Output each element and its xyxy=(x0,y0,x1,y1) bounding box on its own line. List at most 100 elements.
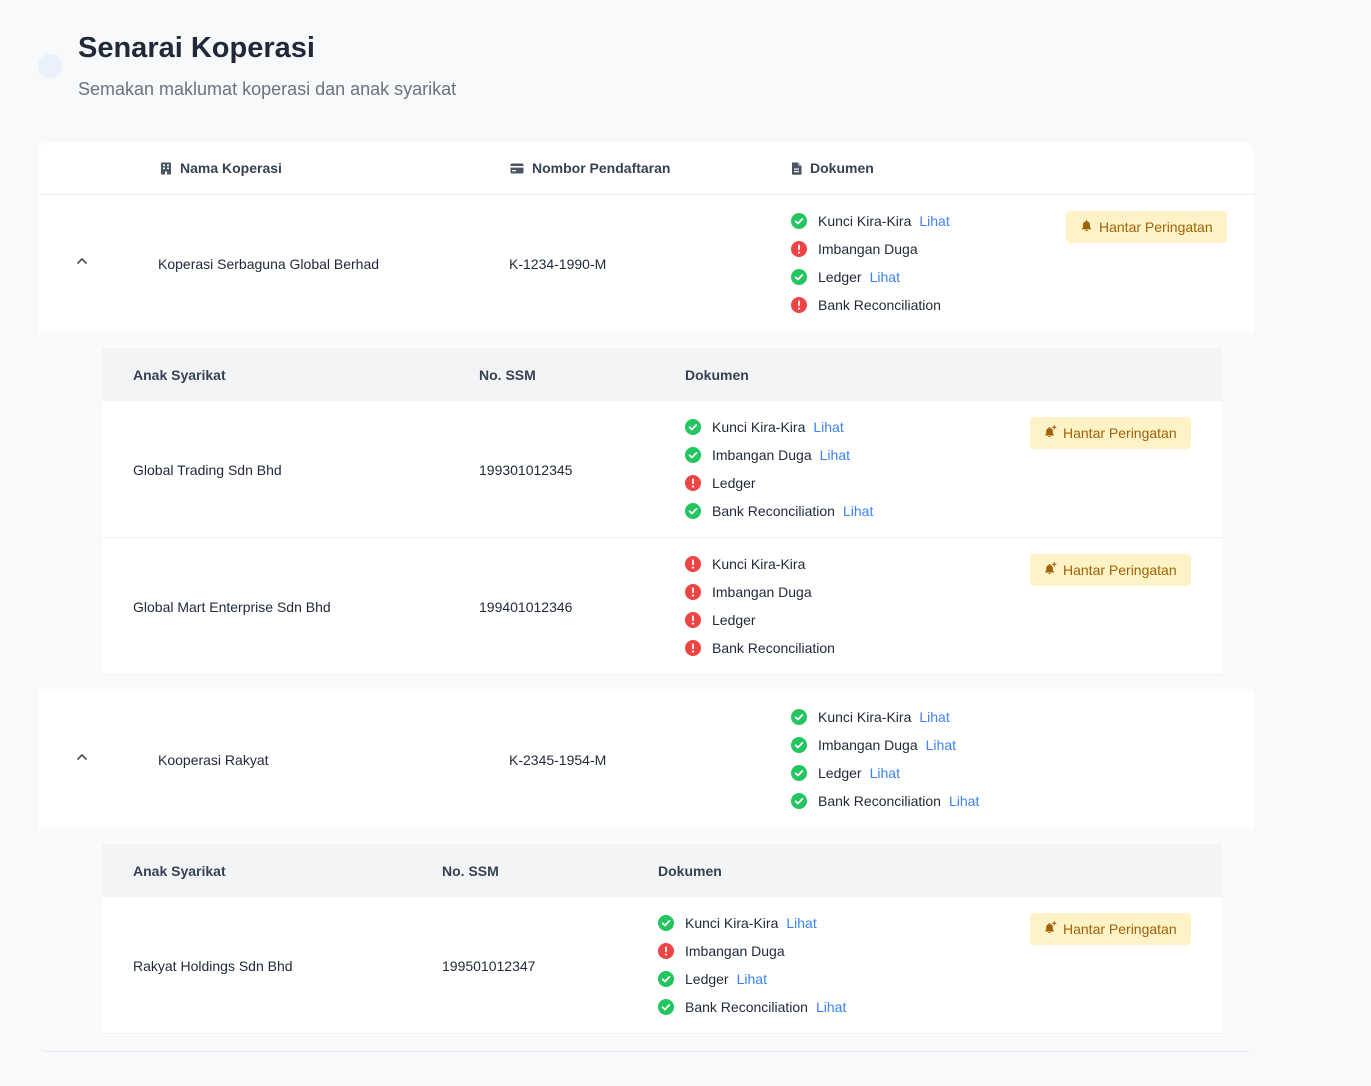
document-item: Bank Reconciliation Lihat xyxy=(685,497,873,525)
document-name: Ledger xyxy=(818,765,862,781)
view-document-link[interactable]: Lihat xyxy=(926,737,956,753)
document-item: Ledger Lihat xyxy=(791,759,979,787)
send-reminder-button[interactable]: Hantar Peringatan xyxy=(1066,211,1227,243)
registration-number: K-2345-1954-M xyxy=(509,752,607,768)
document-item: Ledger xyxy=(685,606,835,634)
send-reminder-button[interactable]: Hantar Peringatan xyxy=(1030,913,1191,945)
send-reminder-label: Hantar Peringatan xyxy=(1099,219,1213,235)
document-item: Imbangan Duga Lihat xyxy=(791,731,979,759)
document-name: Bank Reconciliation xyxy=(712,503,835,519)
send-reminder-label: Hantar Peringatan xyxy=(1063,562,1177,578)
document-name: Ledger xyxy=(712,612,756,628)
document-list: Kunci Kira-Kira Imbangan Duga Ledger Ban… xyxy=(685,550,835,662)
document-name: Ledger xyxy=(712,475,756,491)
view-document-link[interactable]: Lihat xyxy=(870,269,900,285)
exclamation-circle-icon xyxy=(791,241,807,257)
document-name: Imbangan Duga xyxy=(712,447,812,463)
check-circle-icon xyxy=(791,213,807,229)
exclamation-circle-icon xyxy=(685,584,701,600)
building-icon xyxy=(160,162,172,175)
view-document-link[interactable]: Lihat xyxy=(816,999,846,1015)
id-card-icon xyxy=(510,163,524,174)
send-reminder-label: Hantar Peringatan xyxy=(1063,921,1177,937)
view-document-link[interactable]: Lihat xyxy=(813,419,843,435)
view-document-link[interactable]: Lihat xyxy=(820,447,850,463)
view-document-link[interactable]: Lihat xyxy=(843,503,873,519)
document-item: Imbangan Duga xyxy=(658,937,846,965)
check-circle-icon xyxy=(658,971,674,987)
send-reminder-button[interactable]: Hantar Peringatan xyxy=(1030,554,1191,586)
check-circle-icon xyxy=(685,419,701,435)
document-name: Imbangan Duga xyxy=(685,943,785,959)
document-item: Imbangan Duga Lihat xyxy=(685,441,873,469)
document-icon xyxy=(791,162,802,175)
subsidiary-table: Anak Syarikat No. SSM Dokumen Rakyat Hol… xyxy=(102,844,1222,1035)
document-item: Ledger Lihat xyxy=(791,263,950,291)
subsidiary-table-header: Anak Syarikat No. SSM Dokumen xyxy=(102,348,1222,401)
subsidiary-panel: Anak Syarikat No. SSM Dokumen Rakyat Hol… xyxy=(38,827,1254,1051)
view-document-link[interactable]: Lihat xyxy=(737,971,767,987)
koperasi-row: Koperasi Serbaguna Global Berhad K-1234-… xyxy=(38,195,1254,331)
document-name: Kunci Kira-Kira xyxy=(818,213,912,229)
exclamation-circle-icon xyxy=(685,640,701,656)
subsidiary-table-header: Anak Syarikat No. SSM Dokumen xyxy=(102,844,1222,897)
document-name: Kunci Kira-Kira xyxy=(818,709,912,725)
send-reminder-button[interactable]: Hantar Peringatan xyxy=(1030,417,1191,449)
check-circle-icon xyxy=(658,915,674,931)
document-list: Kunci Kira-Kira Lihat Imbangan Duga Ledg… xyxy=(658,909,846,1021)
subsidiary-name: Global Trading Sdn Bhd xyxy=(133,462,282,478)
subsidiary-panel: Anak Syarikat No. SSM Dokumen Global Tra… xyxy=(38,331,1254,691)
exclamation-circle-icon xyxy=(685,475,701,491)
exclamation-circle-icon xyxy=(658,943,674,959)
document-list: Kunci Kira-Kira Lihat Imbangan Duga Ledg… xyxy=(791,207,950,319)
document-list: Kunci Kira-Kira Lihat Imbangan Duga Liha… xyxy=(685,413,873,525)
document-name: Kunci Kira-Kira xyxy=(712,556,806,572)
column-label: Nama Koperasi xyxy=(180,160,282,176)
view-document-link[interactable]: Lihat xyxy=(919,213,949,229)
document-item: Bank Reconciliation Lihat xyxy=(658,993,846,1021)
document-item: Kunci Kira-Kira Lihat xyxy=(791,207,950,235)
document-list: Kunci Kira-Kira Lihat Imbangan Duga Liha… xyxy=(791,703,979,815)
document-name: Imbangan Duga xyxy=(818,241,918,257)
koperasi-table-card: Nama Koperasi Nombor Pendaftaran Dokumen… xyxy=(38,142,1254,1052)
document-name: Kunci Kira-Kira xyxy=(685,915,779,931)
bell-plus-icon xyxy=(1044,562,1057,578)
document-item: Kunci Kira-Kira xyxy=(685,550,835,578)
chevron-up-icon[interactable] xyxy=(74,749,90,765)
exclamation-circle-icon xyxy=(685,612,701,628)
view-document-link[interactable]: Lihat xyxy=(949,793,979,809)
page-title: Senarai Koperasi xyxy=(78,32,315,64)
koperasi-name: Kooperasi Rakyat xyxy=(158,752,269,768)
ssm-number: 199401012346 xyxy=(479,599,573,615)
bell-plus-icon xyxy=(1044,425,1057,441)
subsidiary-row: Global Trading Sdn Bhd 199301012345 Kunc… xyxy=(102,401,1222,538)
document-item: Kunci Kira-Kira Lihat xyxy=(791,703,979,731)
ssm-number: 199501012347 xyxy=(442,958,536,974)
document-item: Bank Reconciliation Lihat xyxy=(791,787,979,815)
subsidiary-name: Global Mart Enterprise Sdn Bhd xyxy=(133,599,331,615)
check-circle-icon xyxy=(791,737,807,753)
subsidiary-row: Rakyat Holdings Sdn Bhd 199501012347 Kun… xyxy=(102,897,1222,1034)
check-circle-icon xyxy=(791,709,807,725)
subsidiary-name: Rakyat Holdings Sdn Bhd xyxy=(133,958,293,974)
ssm-number: 199301012345 xyxy=(479,462,573,478)
column-header-dokumen: Dokumen xyxy=(685,367,749,383)
view-document-link[interactable]: Lihat xyxy=(870,765,900,781)
document-item: Imbangan Duga xyxy=(791,235,950,263)
view-document-link[interactable]: Lihat xyxy=(919,709,949,725)
document-name: Imbangan Duga xyxy=(712,584,812,600)
exclamation-circle-icon xyxy=(791,297,807,313)
check-circle-icon xyxy=(658,999,674,1015)
table-header: Nama Koperasi Nombor Pendaftaran Dokumen xyxy=(38,142,1254,195)
check-circle-icon xyxy=(685,503,701,519)
chevron-up-icon[interactable] xyxy=(74,253,90,269)
view-document-link[interactable]: Lihat xyxy=(786,915,816,931)
check-circle-icon xyxy=(791,269,807,285)
koperasi-name: Koperasi Serbaguna Global Berhad xyxy=(158,256,380,272)
document-name: Kunci Kira-Kira xyxy=(712,419,806,435)
check-circle-icon xyxy=(791,765,807,781)
column-header-ssm: No. SSM xyxy=(479,367,536,383)
exclamation-circle-icon xyxy=(685,556,701,572)
koperasi-row: Kooperasi Rakyat K-2345-1954-M Kunci Kir… xyxy=(38,691,1254,827)
column-header-dokumen: Dokumen xyxy=(791,160,874,176)
